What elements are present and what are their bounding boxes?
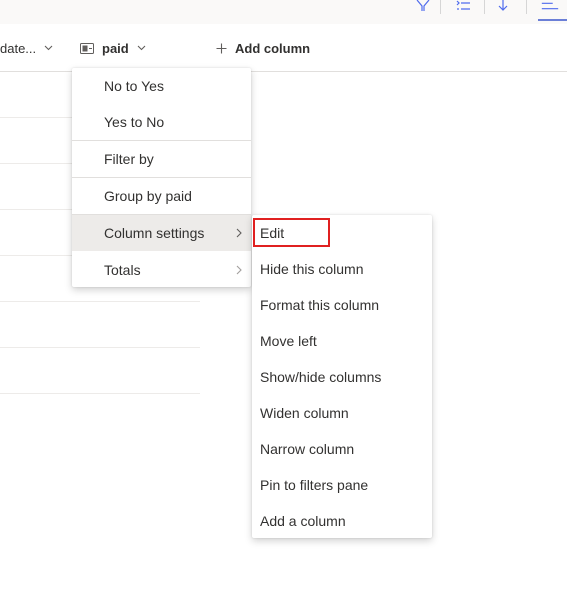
menu-item-filter-by[interactable]: Filter by [72,141,251,177]
paid-column-label: paid [102,40,129,56]
submenu-item-hide-this-column[interactable]: Hide this column [252,251,432,287]
toolbar-separator [526,0,527,14]
chevron-down-icon [44,45,53,51]
submenu-item-narrow-column[interactable]: Narrow column [252,431,432,467]
submenu-item-add-a-column[interactable]: Add a column [252,503,432,539]
view-icon[interactable] [540,0,560,14]
menu-item-yes-to-no[interactable]: Yes to No [72,104,251,140]
sort-icon[interactable] [493,0,513,14]
menu-item-label: No to Yes [104,78,164,94]
menu-item-label: Narrow column [260,441,355,457]
menu-item-label: Totals [104,262,141,278]
menu-item-label: Yes to No [104,114,165,130]
submenu-item-format-this-column[interactable]: Format this column [252,287,432,323]
add-column-label: Add column [235,40,311,56]
menu-item-totals[interactable]: Totals [72,252,251,288]
list-row-divider [0,301,200,302]
command-bar [0,0,567,24]
submenu-item-widen-column[interactable]: Widen column [252,395,432,431]
paid-column-header[interactable]: paid [80,25,146,71]
list-row-divider [0,347,200,348]
toolbar-separator [484,0,485,14]
menu-item-label: Pin to filters pane [260,477,369,493]
plus-icon [216,43,227,54]
view-selected-indicator [538,19,567,21]
column-context-menu: No to Yes Yes to No Filter by Group by p… [72,68,251,287]
menu-item-label: Format this column [260,297,380,313]
chevron-right-icon [236,265,242,275]
menu-item-label: Group by paid [104,188,192,204]
menu-item-label: Add a column [260,513,346,529]
list-options-icon[interactable] [453,0,473,14]
toolbar-separator [440,0,441,14]
menu-item-label: Move left [260,333,317,349]
submenu-item-edit[interactable]: Edit [252,215,432,251]
date-column-label: date... [0,40,37,56]
menu-item-label: Filter by [104,151,154,167]
list-row-divider [0,393,200,394]
menu-item-group-by-paid[interactable]: Group by paid [72,178,251,214]
menu-item-label: Widen column [260,405,349,421]
chevron-right-icon [236,228,242,238]
column-header-row: date... paid Add column [0,25,567,72]
chevron-down-icon [137,45,146,51]
column-settings-submenu: Edit Hide this column Format this column… [252,215,432,538]
submenu-item-move-left[interactable]: Move left [252,323,432,359]
yes-no-column-icon [80,42,94,54]
menu-item-label: Hide this column [260,261,364,277]
date-column-header[interactable]: date... [0,25,53,71]
menu-item-column-settings[interactable]: Column settings [72,215,251,251]
menu-item-label: Show/hide columns [260,369,382,385]
submenu-item-show-hide-columns[interactable]: Show/hide columns [252,359,432,395]
add-column-button[interactable]: Add column [216,25,310,71]
filter-icon[interactable] [413,0,433,14]
menu-item-label: Column settings [104,225,205,241]
menu-item-no-to-yes[interactable]: No to Yes [72,68,251,104]
submenu-item-pin-to-filters-pane[interactable]: Pin to filters pane [252,467,432,503]
menu-item-label: Edit [260,225,285,241]
